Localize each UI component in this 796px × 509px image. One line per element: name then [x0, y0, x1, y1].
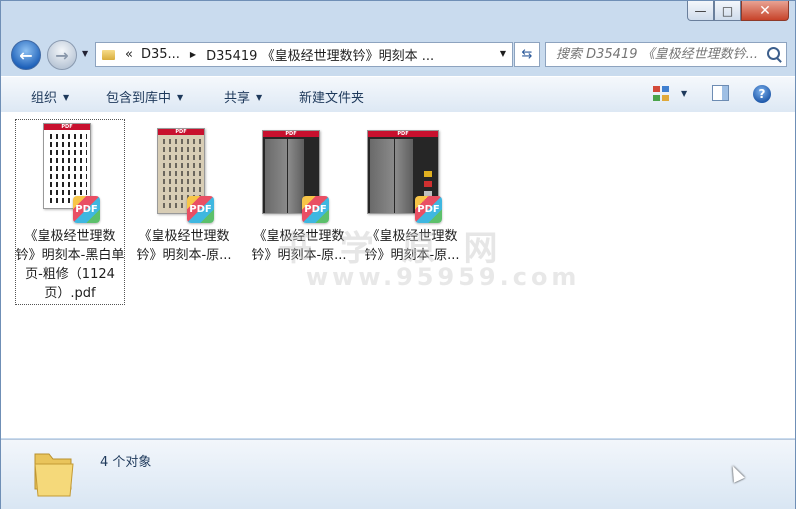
pdf-icon: PDF: [415, 196, 442, 223]
maximize-button[interactable]: □: [714, 1, 741, 21]
address-dropdown-icon[interactable]: ▼: [500, 49, 506, 58]
share-label: 共享: [224, 91, 251, 106]
title-bar[interactable]: — □ ✕: [1, 1, 795, 37]
file-name[interactable]: 《皇极经世理数钤》明刻本-黑白单页-粗修（1124页）.pdf: [15, 227, 125, 303]
details-pane: 4 个对象: [1, 439, 795, 509]
minimize-button[interactable]: —: [687, 1, 714, 21]
chevron-down-icon: ▼: [177, 93, 184, 102]
breadcrumb-separator-icon[interactable]: ▶: [190, 50, 196, 59]
folder-icon: [102, 49, 115, 60]
organize-label: 组织: [31, 91, 58, 106]
view-options-dropdown[interactable]: ▼: [681, 89, 687, 98]
new-folder-button[interactable]: 新建文件夹: [299, 87, 364, 106]
explorer-window: — □ ✕ ← → ▼ « D35... ▶ D35419 《皇极经世理数钤》明…: [0, 0, 796, 509]
navigation-bar: ← → ▼ « D35... ▶ D35419 《皇极经世理数钤》明刻本 ...…: [1, 37, 795, 73]
address-bar[interactable]: « D35... ▶ D35419 《皇极经世理数钤》明刻本 ... ▼: [95, 42, 513, 67]
recent-pages-dropdown[interactable]: ▼: [82, 49, 88, 58]
arrow-right-icon: →: [55, 45, 69, 65]
include-in-library-button[interactable]: 包含到库中 ▼: [106, 87, 183, 106]
pdf-band: PDF: [368, 131, 438, 137]
search-box[interactable]: [545, 42, 787, 67]
refresh-icon: ⇆: [521, 47, 533, 62]
maximize-icon: □: [721, 3, 734, 18]
organize-button[interactable]: 组织 ▼: [31, 87, 69, 106]
forward-button[interactable]: →: [47, 40, 77, 70]
arrow-left-icon: ←: [19, 45, 33, 65]
chevron-down-icon: ▼: [63, 93, 70, 102]
search-input[interactable]: [554, 43, 768, 66]
chevron-down-icon: ▼: [82, 49, 89, 58]
search-icon[interactable]: [767, 47, 780, 60]
chevron-down-icon: ▼: [256, 93, 263, 102]
new-folder-label: 新建文件夹: [299, 91, 365, 106]
pdf-icon: PDF: [302, 196, 329, 223]
preview-pane-icon[interactable]: [712, 85, 729, 101]
window-controls: — □ ✕: [687, 1, 789, 21]
command-bar: 组织 ▼ 包含到库中 ▼ 共享 ▼ 新建文件夹 ▼ ?: [1, 76, 795, 113]
close-button[interactable]: ✕: [741, 1, 789, 21]
change-view-icon[interactable]: [653, 86, 670, 102]
breadcrumb-item-parent[interactable]: D35...: [141, 47, 180, 62]
watermark-url: www.95959.com: [306, 263, 581, 291]
pdf-band: PDF: [44, 124, 90, 130]
pdf-band: PDF: [158, 129, 204, 135]
folder-icon: [34, 453, 74, 497]
pdf-icon: PDF: [187, 196, 214, 223]
pdf-icon: PDF: [73, 196, 100, 223]
breadcrumb-item-current[interactable]: D35419 《皇极经世理数钤》明刻本 ...: [206, 45, 434, 64]
breadcrumb-overflow[interactable]: «: [125, 47, 133, 62]
include-in-library-label: 包含到库中: [106, 91, 172, 106]
help-icon[interactable]: ?: [753, 85, 771, 103]
back-button[interactable]: ←: [11, 40, 41, 70]
minimize-icon: —: [694, 3, 707, 18]
item-count: 4 个对象: [100, 455, 152, 470]
file-name[interactable]: 《皇极经世理数钤》明刻本-原...: [129, 227, 239, 265]
share-button[interactable]: 共享 ▼: [224, 87, 262, 106]
close-icon: ✕: [759, 2, 771, 19]
pdf-band: PDF: [263, 131, 319, 137]
refresh-button[interactable]: ⇆: [514, 42, 540, 67]
